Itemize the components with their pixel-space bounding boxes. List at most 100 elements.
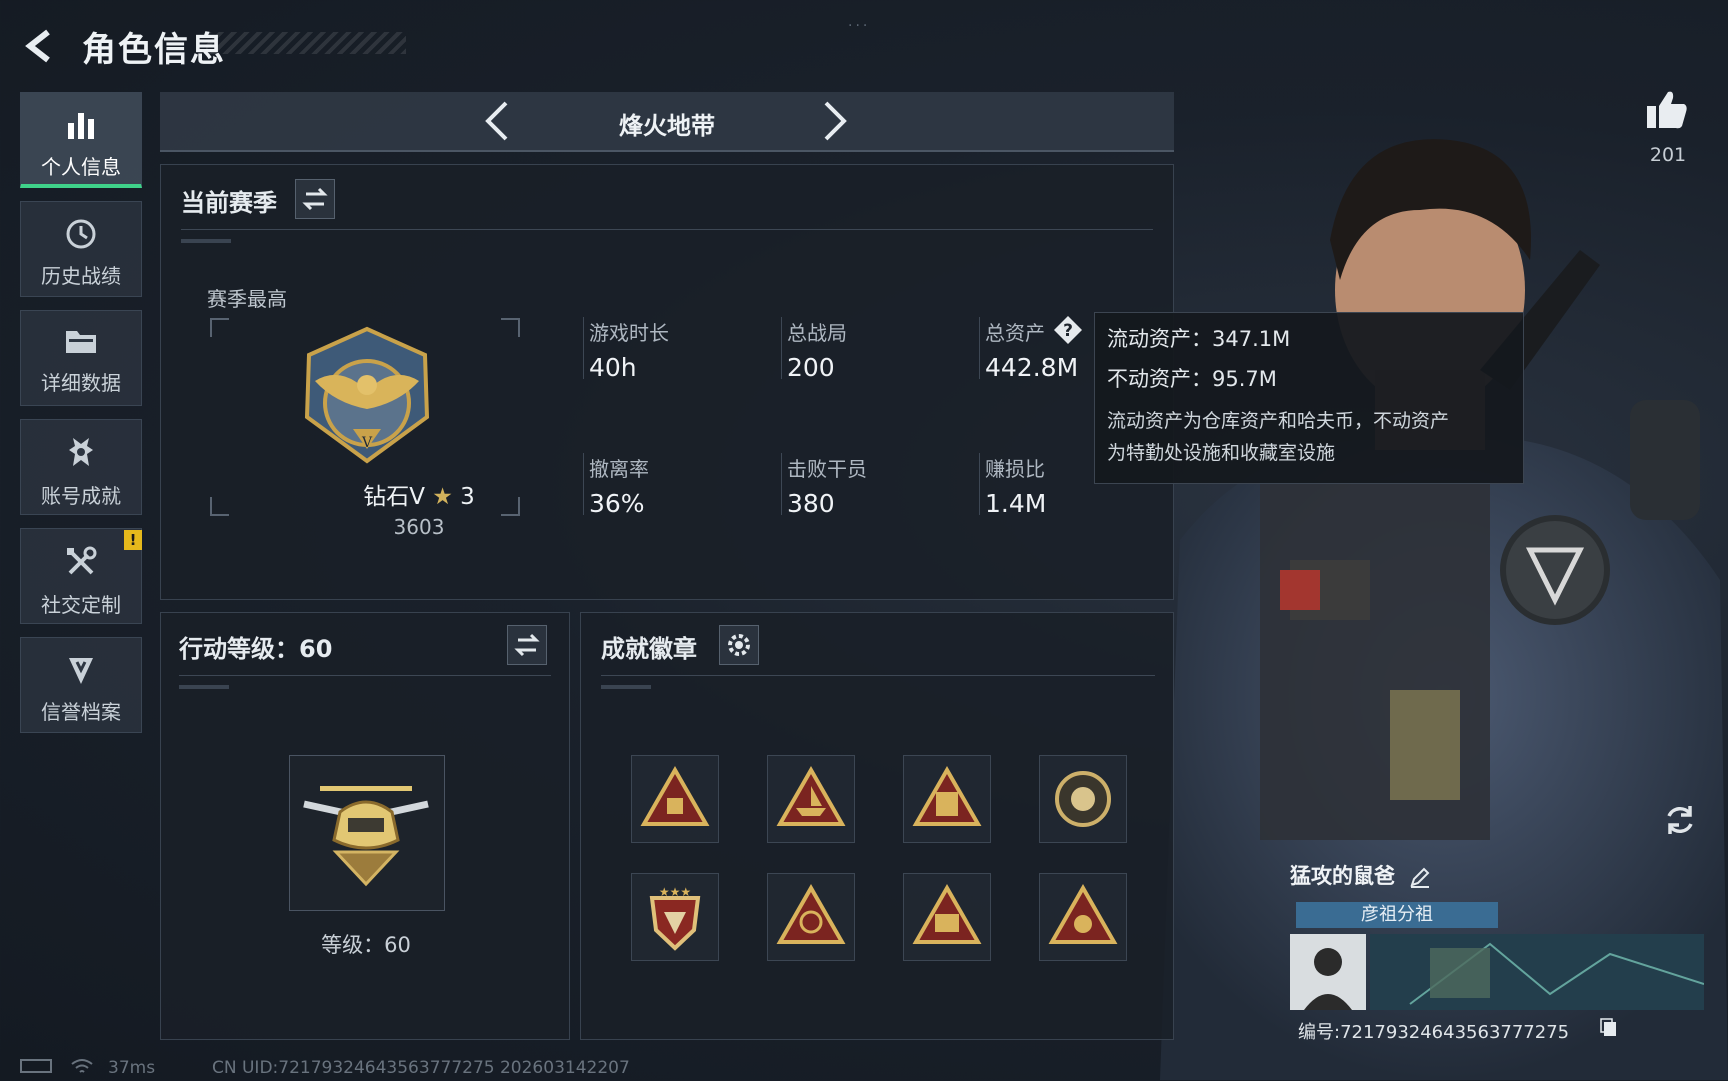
tooltip-fixed-assets: 不动资产：95.7M xyxy=(1107,367,1277,391)
like-button[interactable] xyxy=(1644,86,1690,136)
footer-uid: CN UID:7217932464356377727​5 20260314220… xyxy=(212,1058,630,1078)
sidebar-item-label: 信誉档案 xyxy=(41,700,121,724)
divider xyxy=(601,675,1155,676)
season-panel: 当前赛季 赛季最高 V 钻石V ★ 3 3603 游戏时长 40h 总战局 20… xyxy=(160,164,1174,600)
badge-globe-triangle-icon xyxy=(776,883,846,944)
svg-text:★★★: ★★★ xyxy=(659,885,691,899)
divider xyxy=(179,675,551,676)
wifi-indicator xyxy=(70,1058,94,1081)
wifi-icon xyxy=(71,1059,93,1073)
player-uid: 编号:7217932464356377727​5 xyxy=(1298,1022,1570,1043)
sidebar-item-history[interactable]: 历史战绩 xyxy=(20,201,142,297)
achievement-badge[interactable] xyxy=(767,873,855,961)
sidebar-item-label: 账号成就 xyxy=(41,484,121,508)
achievement-badge[interactable] xyxy=(1039,755,1127,843)
warning-badge: ! xyxy=(124,530,142,550)
achievement-badge[interactable] xyxy=(631,755,719,843)
badge-emblem-triangle-icon xyxy=(1048,883,1118,944)
stat-label: 游戏时长 xyxy=(589,321,669,345)
level-text: 等级：60 xyxy=(321,933,411,957)
rank-name: 钻石V xyxy=(363,484,425,510)
like-count: 201 xyxy=(1649,144,1687,166)
copy-icon xyxy=(1600,1018,1616,1036)
stat-divider xyxy=(781,317,782,379)
rank-emblem: V xyxy=(295,325,439,469)
copy-uid-button[interactable] xyxy=(1600,1018,1618,1042)
stat-value: 380 xyxy=(787,489,835,518)
season-switch-button[interactable] xyxy=(295,179,335,219)
svg-text:?: ? xyxy=(1063,321,1073,341)
mode-selector: 烽火地带 xyxy=(160,92,1174,152)
achievement-badge[interactable] xyxy=(767,755,855,843)
stat-label: 击败干员 xyxy=(787,457,867,481)
season-title: 当前赛季 xyxy=(181,189,277,217)
rotate-icon xyxy=(1667,806,1693,834)
tooltip-desc-line2: 为特勤处设施和收藏室设施 xyxy=(1107,442,1336,464)
level-title: 行动等级：60 xyxy=(179,635,333,663)
badge-warning-triangle-icon xyxy=(640,765,710,826)
rank-stars: 3 xyxy=(460,484,475,510)
level-emblem-frame xyxy=(289,755,445,911)
battery-icon xyxy=(20,1059,52,1073)
svg-text:V: V xyxy=(361,435,373,451)
stat-divider xyxy=(583,317,588,379)
help-icon: ? xyxy=(1054,316,1082,344)
folder-icon xyxy=(66,331,96,353)
stat-divider xyxy=(781,453,782,515)
tooltip-desc-line1: 流动资产为仓库资产和哈夫币，不动资产 xyxy=(1107,410,1450,432)
tools-icon xyxy=(67,546,97,575)
sidebar-item-label: 社交定制 xyxy=(41,593,121,617)
back-button[interactable] xyxy=(22,28,58,64)
sidebar-item-account-achievements[interactable]: 账号成就 xyxy=(20,419,142,515)
stat-value: 442.8M xyxy=(985,353,1079,382)
chevron-right-icon xyxy=(824,101,847,141)
divider xyxy=(181,229,1153,230)
achievement-badge[interactable] xyxy=(903,755,991,843)
thumbs-up-icon xyxy=(1647,91,1687,129)
stat-value: 1.4M xyxy=(985,489,1047,518)
badge-shield-stars-icon: ★★★ xyxy=(649,885,701,951)
tooltip-liquid-assets: 流动资产：347.1M xyxy=(1107,327,1291,351)
sidebar-item-credit-record[interactable]: 信誉档案 xyxy=(20,637,142,733)
badge-ship-triangle-icon xyxy=(776,765,846,826)
stat-divider xyxy=(979,317,980,379)
gear-icon xyxy=(728,634,750,656)
rank-points: 3603 xyxy=(393,515,445,539)
ping-text: 37ms xyxy=(108,1058,156,1078)
divider-accent xyxy=(179,685,229,689)
player-card-images xyxy=(1290,934,1705,1010)
bar-chart-icon xyxy=(68,113,94,139)
stat-label: 撤离率 xyxy=(589,457,649,481)
top-handle: ... xyxy=(848,14,871,30)
divider-accent xyxy=(181,239,231,243)
achievement-badge[interactable] xyxy=(1039,873,1127,961)
mode-name: 烽火地带 xyxy=(619,112,715,140)
stat-value: 40h xyxy=(589,353,637,382)
battery-indicator xyxy=(20,1058,56,1079)
divider-accent xyxy=(601,685,651,689)
rank-name-row: 钻石V ★ 3 xyxy=(301,477,537,511)
achievement-badge[interactable]: ★★★ xyxy=(631,873,719,961)
guild-tag: 彦祖分祖 xyxy=(1296,902,1498,928)
stat-value: 200 xyxy=(787,353,835,382)
rotate-model-button[interactable] xyxy=(1660,800,1700,844)
level-switch-button[interactable] xyxy=(507,625,547,665)
level-panel: 行动等级：60 等级：60 xyxy=(160,612,570,1040)
swap-icon xyxy=(302,187,328,211)
assets-tooltip: 流动资产：347.1M 不动资产：95.7M 流动资产为仓库资产和哈夫币，不动资… xyxy=(1094,312,1524,484)
achievements-panel: 成就徽章 ★★★ xyxy=(580,612,1174,1040)
stat-label: 总资产 xyxy=(985,321,1045,345)
player-name-row: 猛攻的鼠爸 xyxy=(1290,860,1708,893)
sidebar-item-detail-data[interactable]: 详细数据 xyxy=(20,310,142,406)
edit-name-button[interactable] xyxy=(1408,865,1432,893)
swap-icon xyxy=(514,633,540,657)
achievement-badge[interactable] xyxy=(903,873,991,961)
achievements-settings-button[interactable] xyxy=(719,625,759,665)
next-mode-button[interactable] xyxy=(820,101,850,145)
title-decoration xyxy=(206,32,406,54)
total-assets-help-button[interactable]: ? xyxy=(1053,315,1082,344)
badge-book-triangle-icon xyxy=(912,765,982,826)
sidebar-item-personal-info[interactable]: 个人信息 xyxy=(20,92,142,188)
stat-label: 赚损比 xyxy=(985,457,1045,481)
back-arrow-icon xyxy=(25,29,50,63)
